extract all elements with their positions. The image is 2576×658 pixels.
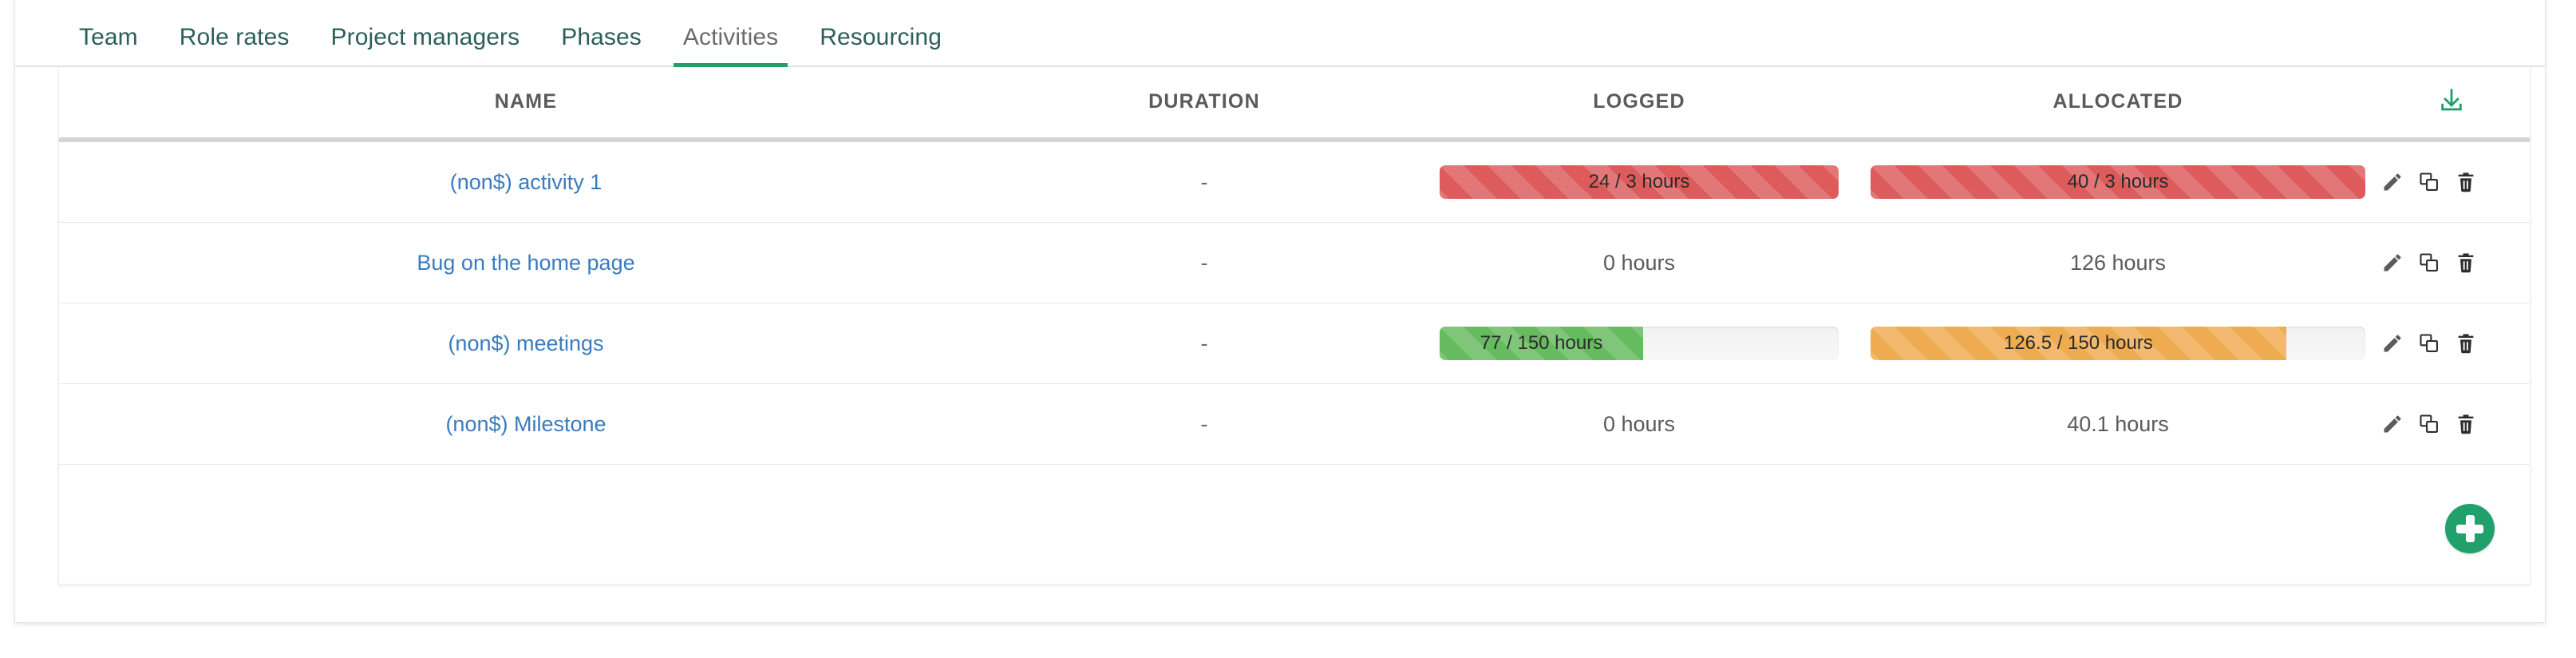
pencil-icon: [2384, 254, 2401, 272]
duplicate-button[interactable]: [2418, 332, 2440, 355]
copy-icon: [2420, 334, 2438, 352]
cell-duration: -: [993, 383, 1416, 465]
cell-actions: [2373, 383, 2530, 465]
tab-phases[interactable]: Phases: [540, 26, 662, 65]
logged-progress-bar[interactable]: 24 / 3 hours: [1440, 165, 1839, 199]
edit-button[interactable]: [2381, 252, 2404, 274]
edit-button[interactable]: [2381, 332, 2404, 355]
pencil-icon: [2384, 415, 2401, 433]
cell-allocated: 126 hours: [1863, 222, 2373, 303]
cell-name: (non$) meetings: [59, 303, 993, 384]
edit-button[interactable]: [2381, 413, 2404, 435]
table-row: (non$) Milestone - 0 hours 40.1 hours: [59, 383, 2530, 465]
trash-icon: [2458, 414, 2474, 434]
duration-value: -: [1200, 331, 1208, 355]
activity-name-link[interactable]: Bug on the home page: [417, 251, 634, 275]
cell-logged: 0 hours: [1416, 222, 1863, 303]
edit-button[interactable]: [2381, 171, 2404, 193]
progress-label: 24 / 3 hours: [1588, 171, 1690, 192]
activity-name-link[interactable]: (non$) Milestone: [445, 412, 606, 436]
progress-label: 40 / 3 hours: [2067, 171, 2169, 192]
copy-icon: [2420, 414, 2438, 433]
tab-project-managers[interactable]: Project managers: [310, 26, 541, 65]
cell-logged: 0 hours: [1416, 383, 1863, 465]
duplicate-button[interactable]: [2418, 413, 2440, 435]
duration-value: -: [1200, 169, 1208, 194]
column-header-duration[interactable]: DURATION: [993, 67, 1416, 142]
column-header-logged[interactable]: LOGGED: [1416, 67, 1863, 142]
activities-table-card: NAME DURATION LOGGED ALLOCATED (non$) ac…: [58, 67, 2531, 585]
cell-logged: 77 / 150 hours: [1416, 303, 1863, 384]
project-tabbar: Team Role rates Project managers Phases …: [15, 0, 2545, 67]
delete-button[interactable]: [2455, 252, 2477, 274]
row-actions: [2373, 332, 2530, 355]
column-header-export: [2373, 67, 2530, 142]
cell-actions: [2373, 140, 2530, 223]
table-header: NAME DURATION LOGGED ALLOCATED: [59, 67, 2530, 142]
allocated-value: 126 hours: [2069, 250, 2167, 275]
activity-name-link[interactable]: (non$) meetings: [448, 331, 603, 355]
logged-progress-bar[interactable]: 77 / 150 hours: [1440, 327, 1839, 360]
cell-duration: -: [993, 222, 1416, 303]
tab-team[interactable]: Team: [58, 26, 159, 65]
add-activity-button[interactable]: [2445, 504, 2495, 553]
tab-resourcing[interactable]: Resourcing: [799, 26, 962, 65]
trash-icon: [2458, 334, 2474, 354]
delete-button[interactable]: [2455, 171, 2477, 193]
table-row: Bug on the home page - 0 hours 126 hours: [59, 222, 2530, 303]
cell-actions: [2373, 222, 2530, 303]
column-header-name[interactable]: NAME: [59, 67, 993, 142]
row-actions: [2373, 171, 2530, 193]
export-download-button[interactable]: [2373, 88, 2530, 115]
logged-value: 0 hours: [1602, 250, 1676, 275]
delete-button[interactable]: [2455, 332, 2477, 355]
trash-icon: [2458, 253, 2474, 273]
duplicate-button[interactable]: [2418, 171, 2440, 193]
row-actions: [2373, 252, 2530, 274]
cell-allocated: 40.1 hours: [1863, 383, 2373, 465]
activities-table: NAME DURATION LOGGED ALLOCATED (non$) ac…: [59, 67, 2530, 465]
logged-value: 0 hours: [1602, 411, 1676, 436]
cell-name: (non$) Milestone: [59, 383, 993, 465]
header-row: NAME DURATION LOGGED ALLOCATED: [59, 67, 2530, 142]
download-icon: [2441, 89, 2462, 111]
allocated-progress-bar[interactable]: 40 / 3 hours: [1871, 165, 2365, 199]
cell-duration: -: [993, 140, 1416, 223]
activities-screen: Team Role rates Project managers Phases …: [0, 0, 2576, 658]
tab-role-rates[interactable]: Role rates: [159, 26, 310, 65]
pencil-icon: [2384, 335, 2401, 352]
column-header-allocated[interactable]: ALLOCATED: [1863, 67, 2373, 142]
cell-duration: -: [993, 303, 1416, 384]
copy-icon: [2420, 172, 2438, 191]
table-body: (non$) activity 1 - 24 / 3 hours 40 / 3 …: [59, 140, 2530, 465]
trash-icon: [2458, 172, 2474, 192]
duration-value: -: [1200, 411, 1208, 436]
allocated-value: 40.1 hours: [2067, 411, 2169, 436]
cell-allocated: 40 / 3 hours: [1863, 140, 2373, 223]
progress-label: 77 / 150 hours: [1480, 332, 1603, 354]
tab-activities[interactable]: Activities: [662, 26, 799, 67]
table-row: (non$) activity 1 - 24 / 3 hours 40 / 3 …: [59, 140, 2530, 223]
activity-name-link[interactable]: (non$) activity 1: [450, 170, 603, 194]
cell-name: (non$) activity 1: [59, 140, 993, 223]
copy-icon: [2420, 253, 2438, 272]
delete-button[interactable]: [2455, 413, 2477, 435]
duration-value: -: [1200, 250, 1208, 275]
cell-actions: [2373, 303, 2530, 384]
project-panel: Team Role rates Project managers Phases …: [14, 0, 2546, 623]
cell-name: Bug on the home page: [59, 222, 993, 303]
cell-allocated: 126.5 / 150 hours: [1863, 303, 2373, 384]
row-actions: [2373, 413, 2530, 435]
allocated-progress-bar[interactable]: 126.5 / 150 hours: [1871, 327, 2365, 360]
pencil-icon: [2384, 173, 2401, 191]
table-row: (non$) meetings - 77 / 150 hours 126.5 /…: [59, 303, 2530, 384]
duplicate-button[interactable]: [2418, 252, 2440, 274]
cell-logged: 24 / 3 hours: [1416, 140, 1863, 223]
progress-label: 126.5 / 150 hours: [2003, 332, 2153, 354]
